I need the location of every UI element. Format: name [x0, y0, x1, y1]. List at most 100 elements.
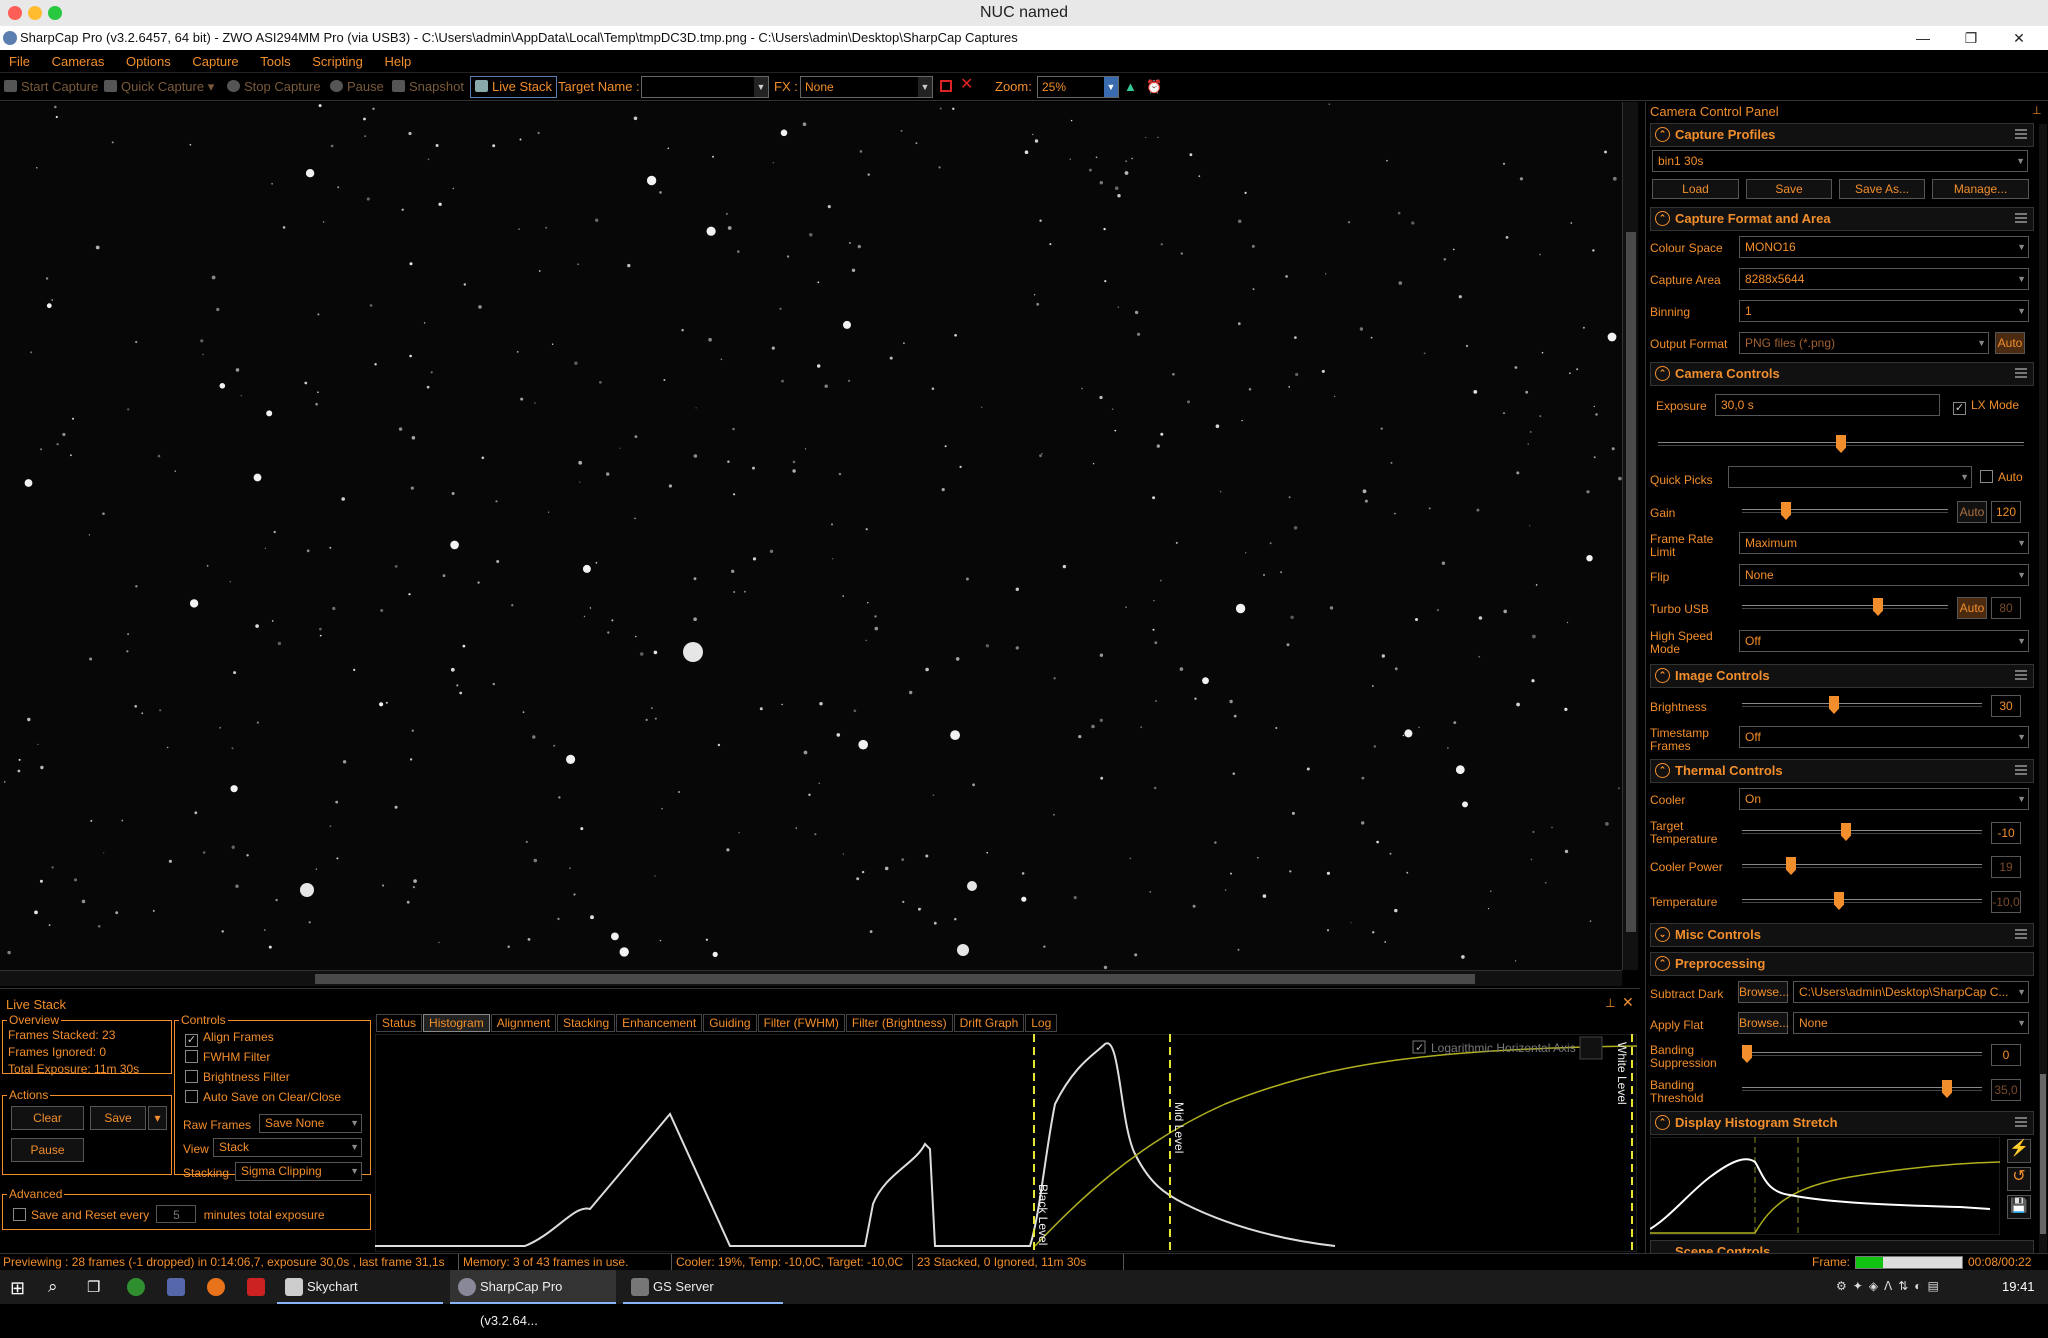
start-capture-button[interactable]: Start Capture — [4, 78, 98, 96]
collapse-icon[interactable]: ⌃ — [1655, 1115, 1670, 1130]
banding-threshold-slider[interactable] — [1742, 1080, 1982, 1098]
gain-value[interactable]: 120 — [1991, 501, 2021, 523]
stacking-select[interactable]: Sigma Clipping ▼ — [235, 1162, 362, 1181]
colour-space-select[interactable]: MONO16 ▼ — [1739, 236, 2029, 258]
zoom-select[interactable]: 25% ▼ — [1037, 76, 1119, 98]
close-icon[interactable]: ✕ — [1622, 994, 1634, 1011]
turbo-usb-slider[interactable] — [1742, 598, 1948, 616]
firefox-icon[interactable] — [207, 1278, 225, 1296]
collapse-icon[interactable]: ⌃ — [1655, 127, 1670, 142]
collapse-icon[interactable]: ⌃ — [1655, 211, 1670, 226]
section-capture-profiles[interactable]: ⌃ Capture Profiles — [1650, 123, 2034, 147]
gain-auto-button[interactable]: Auto — [1957, 501, 1987, 523]
close-dot-icon[interactable] — [8, 6, 22, 20]
view-select[interactable]: Stack ▼ — [213, 1138, 362, 1157]
timestamp-select[interactable]: Off ▼ — [1739, 726, 2029, 748]
target-name-input[interactable]: ▼ — [641, 76, 769, 98]
banding-threshold-value[interactable]: 35,0 — [1991, 1079, 2021, 1101]
histogram-stretch-graph[interactable] — [1650, 1137, 2000, 1235]
tab-guiding[interactable]: Guiding — [703, 1014, 757, 1032]
raw-frames-select[interactable]: Save None ▼ — [259, 1114, 362, 1133]
quick-picks-select[interactable]: ▼ — [1728, 466, 1972, 488]
tab-stacking[interactable]: Stacking — [557, 1014, 616, 1032]
apply-flat-select[interactable]: None ▼ — [1793, 1012, 2029, 1034]
exposure-input[interactable]: 30,0 s — [1715, 394, 1940, 416]
minimize-icon[interactable]: — — [1900, 26, 1946, 50]
vertical-scrollbar[interactable] — [1622, 102, 1638, 970]
flip-select[interactable]: None ▼ — [1739, 564, 2029, 586]
tab-log[interactable]: Log — [1025, 1014, 1058, 1032]
section-misc-controls[interactable]: ⌄ Misc Controls — [1650, 923, 2034, 947]
capture-area-select[interactable]: 8288x5644 ▼ — [1739, 268, 2029, 290]
slider-knob[interactable] — [1742, 1045, 1752, 1063]
target-temperature-value[interactable]: -10 — [1991, 822, 2021, 844]
brightness-slider[interactable] — [1742, 696, 1982, 714]
quick-picks-auto-checkbox[interactable]: Auto — [1980, 470, 2023, 484]
slider-knob[interactable] — [1781, 502, 1791, 520]
pause-button[interactable]: Pause — [330, 78, 384, 96]
app-icon[interactable] — [247, 1278, 265, 1296]
histogram-icon[interactable]: ▲ — [1124, 78, 1137, 96]
save-button[interactable]: Save — [90, 1106, 146, 1130]
tab-filter-fwhm[interactable]: Filter (FWHM) — [757, 1014, 845, 1032]
reset-stretch-icon[interactable]: ↺ — [2007, 1167, 2031, 1191]
image-viewport[interactable] — [0, 102, 1622, 970]
collapse-icon[interactable]: ⌃ — [1655, 763, 1670, 778]
clear-button[interactable]: Clear — [11, 1106, 84, 1130]
section-thermal-controls[interactable]: ⌃ Thermal Controls — [1650, 759, 2034, 783]
brightness-filter-checkbox[interactable]: Brightness Filter — [185, 1067, 341, 1087]
brightness-value[interactable]: 30 — [1991, 695, 2021, 717]
banding-suppression-slider[interactable] — [1742, 1045, 1982, 1063]
horizontal-scrollbar[interactable] — [0, 970, 1622, 986]
menu-options[interactable]: Options — [117, 50, 180, 73]
cooler-power-slider[interactable] — [1742, 857, 1982, 875]
tab-status[interactable]: Status — [376, 1014, 423, 1032]
align-frames-checkbox[interactable]: ✓ Align Frames — [185, 1027, 341, 1047]
live-stack-button[interactable]: Live Stack — [470, 76, 557, 98]
menu-capture[interactable]: Capture — [183, 50, 247, 73]
menu-icon[interactable] — [2015, 1117, 2027, 1127]
tab-enhancement[interactable]: Enhancement — [616, 1014, 703, 1032]
auto-save-checkbox[interactable]: Auto Save on Clear/Close — [185, 1087, 341, 1107]
alarm-icon[interactable]: ⏰ — [1146, 78, 1162, 96]
scrollbar-thumb[interactable] — [315, 974, 1475, 984]
profile-select[interactable]: bin1 30s ▼ — [1652, 150, 2028, 172]
fwhm-filter-checkbox[interactable]: FWHM Filter — [185, 1047, 341, 1067]
menu-tools[interactable]: Tools — [251, 50, 299, 73]
slider-knob[interactable] — [1841, 823, 1851, 841]
quick-capture-button[interactable]: Quick Capture ▾ — [104, 78, 214, 96]
turbo-auto-button[interactable]: Auto — [1957, 597, 1987, 619]
auto-stretch-icon[interactable] — [1579, 1036, 1603, 1060]
section-scene-controls[interactable]: Scene Controls — [1650, 1240, 2034, 1254]
expand-icon[interactable]: ⌄ — [1655, 927, 1670, 942]
collapse-icon[interactable]: ⌃ — [1655, 668, 1670, 683]
cooler-select[interactable]: On ▼ — [1739, 788, 2029, 810]
taskbar-gs-server[interactable]: GS Server — [623, 1270, 783, 1304]
menu-file[interactable]: File — [0, 50, 39, 73]
zoom-dot-icon[interactable] — [48, 6, 62, 20]
load-profile-button[interactable]: Load — [1652, 179, 1739, 199]
tab-filter-brightness[interactable]: Filter (Brightness) — [845, 1014, 953, 1032]
menu-icon[interactable] — [2015, 670, 2027, 680]
exposure-slider[interactable] — [1658, 435, 2024, 453]
collapse-icon[interactable]: ⌃ — [1655, 956, 1670, 971]
binning-select[interactable]: 1 ▼ — [1739, 300, 2029, 322]
minimize-dot-icon[interactable] — [28, 6, 42, 20]
app-icon[interactable] — [167, 1278, 185, 1296]
tab-alignment[interactable]: Alignment — [490, 1014, 557, 1032]
pin-icon[interactable]: ⊥ — [1605, 996, 1615, 1010]
output-auto-button[interactable]: Auto — [1995, 332, 2025, 354]
collapse-icon[interactable]: ⌃ — [1655, 366, 1670, 381]
windows-start-icon[interactable]: ⊞ — [10, 1278, 25, 1299]
pin-icon[interactable]: ⊥ — [2032, 104, 2042, 117]
output-format-select[interactable]: PNG files (*.png) ▼ — [1739, 332, 1989, 354]
scrollbar-thumb[interactable] — [2040, 1074, 2046, 1234]
log-axis-checkbox-label[interactable]: Logarithmic Horizontal Axis — [1431, 1041, 1576, 1055]
restore-icon[interactable]: ❐ — [1948, 26, 1994, 50]
save-options-button[interactable]: ▾ — [148, 1106, 167, 1130]
manage-profiles-button[interactable]: Manage... — [1932, 179, 2029, 199]
save-as-profile-button[interactable]: Save As... — [1839, 179, 1925, 199]
high-speed-select[interactable]: Off ▼ — [1739, 630, 2029, 652]
menu-icon[interactable] — [2015, 929, 2027, 939]
section-capture-format[interactable]: ⌃ Capture Format and Area — [1650, 207, 2034, 231]
